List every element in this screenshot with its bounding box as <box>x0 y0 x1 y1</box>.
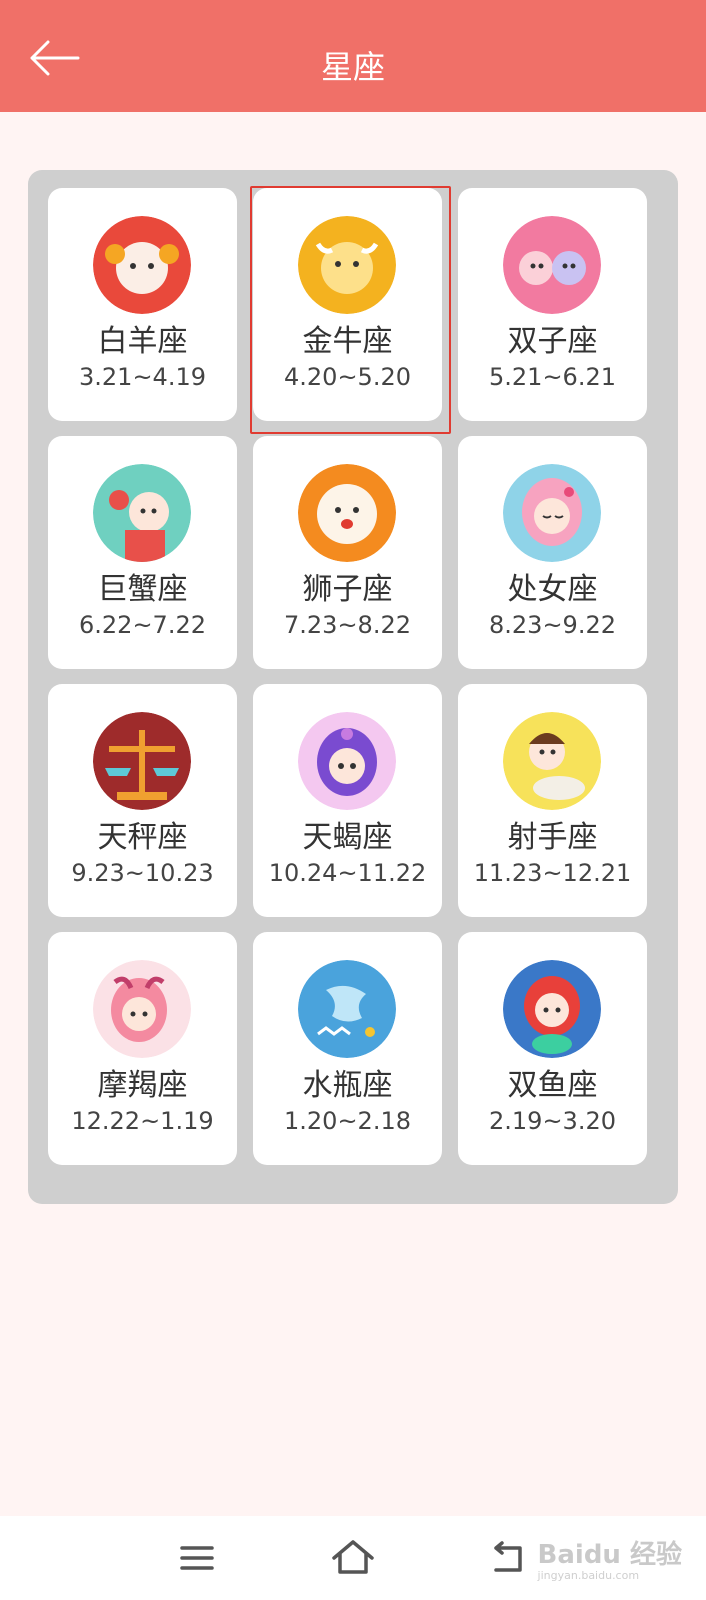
zodiac-card-capricorn[interactable]: 摩羯座 12.22~1.19 <box>48 932 237 1165</box>
zodiac-card-gemini[interactable]: 双子座 5.21~6.21 <box>458 188 647 421</box>
zodiac-date: 5.21~6.21 <box>489 363 616 391</box>
scorpion-girl-avatar-icon <box>298 712 396 810</box>
zodiac-card-libra[interactable]: 天秤座 9.23~10.23 <box>48 684 237 917</box>
zodiac-name: 白羊座 <box>97 324 188 359</box>
lion-avatar-icon <box>298 464 396 562</box>
zodiac-name: 水瓶座 <box>302 1068 393 1103</box>
app-header: 星座 <box>0 0 706 112</box>
zodiac-grid: 白羊座 3.21~4.19 金牛座 4.20~5.20 双子座 5.21~6.2… <box>28 170 678 1204</box>
zodiac-card-taurus[interactable]: 金牛座 4.20~5.20 <box>250 186 451 434</box>
maiden-avatar-icon <box>503 464 601 562</box>
zodiac-date: 6.22~7.22 <box>79 611 206 639</box>
back-nav-icon[interactable] <box>484 1534 534 1582</box>
zodiac-card-aries[interactable]: 白羊座 3.21~4.19 <box>48 188 237 421</box>
zodiac-date: 12.22~1.19 <box>71 1107 214 1135</box>
watermark-main: Baidu 经验 <box>537 1540 682 1570</box>
zodiac-date: 3.21~4.19 <box>79 363 206 391</box>
watermark: Baidu 经验 jingyan.baidu.com <box>538 1534 682 1582</box>
zodiac-date: 2.19~3.20 <box>489 1107 616 1135</box>
zodiac-card-cancer[interactable]: 巨蟹座 6.22~7.22 <box>48 436 237 669</box>
zodiac-date: 9.23~10.23 <box>71 859 214 887</box>
crab-avatar-icon <box>93 464 191 562</box>
zodiac-date: 8.23~9.22 <box>489 611 616 639</box>
zodiac-date: 7.23~8.22 <box>284 611 411 639</box>
zodiac-name: 双子座 <box>507 324 598 359</box>
zodiac-name: 处女座 <box>507 572 598 607</box>
archer-avatar-icon <box>503 712 601 810</box>
zodiac-name: 射手座 <box>507 820 598 855</box>
zodiac-name: 巨蟹座 <box>97 572 188 607</box>
zodiac-date: 4.20~5.20 <box>284 363 411 391</box>
ram-avatar-icon <box>93 216 191 314</box>
twins-avatar-icon <box>503 216 601 314</box>
zodiac-name: 金牛座 <box>302 324 393 359</box>
zodiac-card-virgo[interactable]: 处女座 8.23~9.22 <box>458 436 647 669</box>
zodiac-name: 双鱼座 <box>507 1068 598 1103</box>
home-icon[interactable] <box>328 1534 378 1582</box>
zodiac-card-scorpio[interactable]: 天蝎座 10.24~11.22 <box>253 684 442 917</box>
scales-avatar-icon <box>93 712 191 810</box>
zodiac-card-pisces[interactable]: 双鱼座 2.19~3.20 <box>458 932 647 1165</box>
zodiac-date: 11.23~12.21 <box>473 859 632 887</box>
mermaid-avatar-icon <box>503 960 601 1058</box>
zodiac-card-leo[interactable]: 狮子座 7.23~8.22 <box>253 436 442 669</box>
zodiac-name: 天蝎座 <box>302 820 393 855</box>
zodiac-date: 1.20~2.18 <box>284 1107 411 1135</box>
zodiac-name: 狮子座 <box>302 572 393 607</box>
zodiac-card-sagittarius[interactable]: 射手座 11.23~12.21 <box>458 684 647 917</box>
bull-avatar-icon <box>298 216 396 314</box>
zodiac-date: 10.24~11.22 <box>268 859 427 887</box>
goat-girl-avatar-icon <box>93 960 191 1058</box>
zodiac-name: 天秤座 <box>97 820 188 855</box>
watermark-sub: jingyan.baidu.com <box>537 1569 640 1582</box>
page-title: 星座 <box>320 48 385 86</box>
zodiac-card-aquarius[interactable]: 水瓶座 1.20~2.18 <box>253 932 442 1165</box>
water-avatar-icon <box>298 960 396 1058</box>
menu-icon[interactable] <box>172 1534 222 1582</box>
zodiac-name: 摩羯座 <box>97 1068 188 1103</box>
